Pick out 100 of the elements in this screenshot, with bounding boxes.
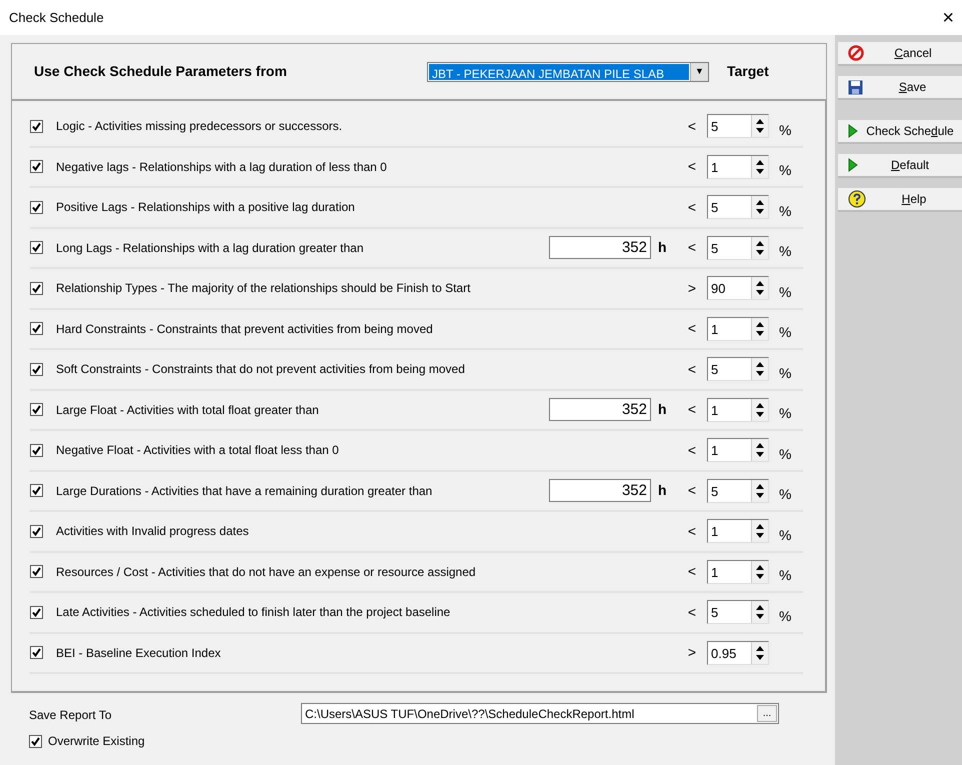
threshold-field[interactable]: 352 xyxy=(549,479,651,502)
checkbox[interactable] xyxy=(30,524,43,538)
unit-label: h xyxy=(657,400,668,420)
target-spinbox[interactable]: 1 xyxy=(707,154,769,179)
target-spinbox[interactable]: 5 xyxy=(707,114,769,138)
checkbox[interactable] xyxy=(30,160,43,174)
check-label: Negative Float - Activities with a total float less than 0 xyxy=(55,442,340,460)
action-button[interactable]: Cancel xyxy=(838,42,962,66)
percent-label: % xyxy=(778,526,792,545)
percent-label: % xyxy=(778,282,792,302)
spin-arrows-icon[interactable] xyxy=(751,156,768,178)
target-spinbox[interactable]: 5 xyxy=(707,195,769,220)
checkbox[interactable] xyxy=(30,200,43,214)
spin-arrows-icon[interactable] xyxy=(751,560,768,583)
threshold-field[interactable]: 352 xyxy=(549,398,651,422)
target-spinbox[interactable]: 1 xyxy=(707,519,769,544)
spin-arrows-icon[interactable] xyxy=(751,642,768,664)
overwrite-label: Overwrite Existing xyxy=(48,733,145,750)
window-title: Check Schedule xyxy=(9,8,104,27)
spin-arrows-icon[interactable] xyxy=(751,236,768,259)
percent-label: % xyxy=(778,202,792,221)
spin-arrows-icon[interactable] xyxy=(751,358,768,380)
target-spinbox[interactable]: 5 xyxy=(707,236,769,260)
target-spinbox[interactable]: 5 xyxy=(707,600,769,624)
percent-label: % xyxy=(778,485,792,504)
percent-label: % xyxy=(778,120,792,140)
action-button[interactable]: Default xyxy=(838,154,962,178)
check-label: Late Activities - Activities scheduled to finish later than the project baseline xyxy=(55,604,452,622)
check-label: Long Lags - Relationships with a lag duration greater than xyxy=(55,240,365,257)
checkbox[interactable] xyxy=(30,646,43,660)
check-label: Hard Constraints - Constraints that prevent activities from being moved xyxy=(55,320,434,338)
operator-label: < xyxy=(686,319,698,338)
spin-arrows-icon[interactable] xyxy=(751,439,768,462)
operator-label: < xyxy=(686,562,698,582)
percent-label: % xyxy=(778,606,792,626)
target-spinbox[interactable]: 90 xyxy=(707,276,769,300)
play-icon xyxy=(848,158,858,172)
percent-label: % xyxy=(778,566,792,586)
close-button[interactable]: × xyxy=(942,8,954,28)
operator-label: < xyxy=(686,602,698,622)
report-path-field[interactable]: C:\Users\ASUS TUF\OneDrive\??\ScheduleCheckReport.html ... xyxy=(301,703,779,724)
checkbox[interactable] xyxy=(30,403,43,416)
target-spinbox[interactable]: 1 xyxy=(707,560,769,584)
spin-arrows-icon[interactable] xyxy=(751,520,768,542)
operator-label: < xyxy=(686,522,698,541)
check-label: Logic - Activities missing predecessors or successors. xyxy=(55,118,344,136)
operator-label: < xyxy=(686,238,698,258)
target-spinbox[interactable]: 1 xyxy=(707,316,769,341)
help-icon xyxy=(848,190,866,208)
checkbox[interactable] xyxy=(30,282,43,295)
help-button[interactable]: Help xyxy=(838,188,962,212)
save-icon xyxy=(848,80,863,94)
play-icon xyxy=(848,124,858,138)
target-spinbox[interactable]: 5 xyxy=(707,357,769,382)
percent-label: % xyxy=(778,444,792,464)
checkbox[interactable] xyxy=(30,444,43,457)
cancel-icon xyxy=(848,45,864,61)
operator-label: < xyxy=(686,198,698,217)
operator-label: > xyxy=(686,643,698,662)
unit-label: h xyxy=(657,238,668,258)
target-heading: Target xyxy=(726,62,770,81)
check-label: Resources / Cost - Activities that do not have an expense or resource assigned xyxy=(55,564,477,581)
target-spinbox[interactable]: 1 xyxy=(707,438,769,462)
operator-label: < xyxy=(686,157,698,176)
spin-arrows-icon[interactable] xyxy=(751,480,768,502)
target-spinbox[interactable]: 0.95 xyxy=(707,640,769,665)
action-button[interactable]: Check Schedule xyxy=(838,120,962,144)
checkbox[interactable] xyxy=(30,322,43,336)
target-spinbox[interactable]: 5 xyxy=(707,478,769,503)
operator-label: > xyxy=(686,278,698,298)
check-label: Large Durations - Activities that have a remaining duration greater than xyxy=(55,482,434,500)
check-label: Negative lags - Relationships with a lag duration of less than 0 xyxy=(55,158,388,176)
checkbox[interactable] xyxy=(30,484,43,498)
checkbox[interactable] xyxy=(30,241,43,254)
target-spinbox[interactable]: 1 xyxy=(707,398,769,422)
spin-arrows-icon[interactable] xyxy=(751,196,768,218)
parameters-dropdown[interactable]: JBT - PEKERJAAN JEMBATAN PILE SLAB ▼ xyxy=(427,62,709,82)
checkbox[interactable] xyxy=(30,362,43,376)
spin-arrows-icon[interactable] xyxy=(751,318,768,340)
spin-arrows-icon[interactable] xyxy=(751,398,768,421)
check-label: Positive Lags - Relationships with a positive lag duration xyxy=(55,199,356,216)
spin-arrows-icon[interactable] xyxy=(751,115,768,138)
action-button[interactable]: Save xyxy=(838,76,962,100)
spin-arrows-icon[interactable] xyxy=(751,601,768,624)
percent-label: % xyxy=(778,404,792,424)
checkbox[interactable] xyxy=(30,606,43,619)
checkbox[interactable] xyxy=(29,734,42,748)
unit-label: h xyxy=(657,481,668,500)
percent-label: % xyxy=(778,161,792,180)
check-label: Large Float - Activities with total float greater than xyxy=(55,402,320,419)
check-label: Activities with Invalid progress dates xyxy=(55,523,250,540)
percent-label: % xyxy=(778,364,792,383)
checkbox[interactable] xyxy=(30,565,43,578)
browse-button[interactable]: ... xyxy=(757,705,777,722)
threshold-field[interactable]: 352 xyxy=(549,236,651,260)
percent-label: % xyxy=(778,323,792,342)
check-label: Relationship Types - The majority of the relationships should be Finish to Start xyxy=(55,280,472,298)
operator-label: < xyxy=(686,116,698,136)
checkbox[interactable] xyxy=(30,120,43,133)
spin-arrows-icon[interactable] xyxy=(751,277,768,300)
